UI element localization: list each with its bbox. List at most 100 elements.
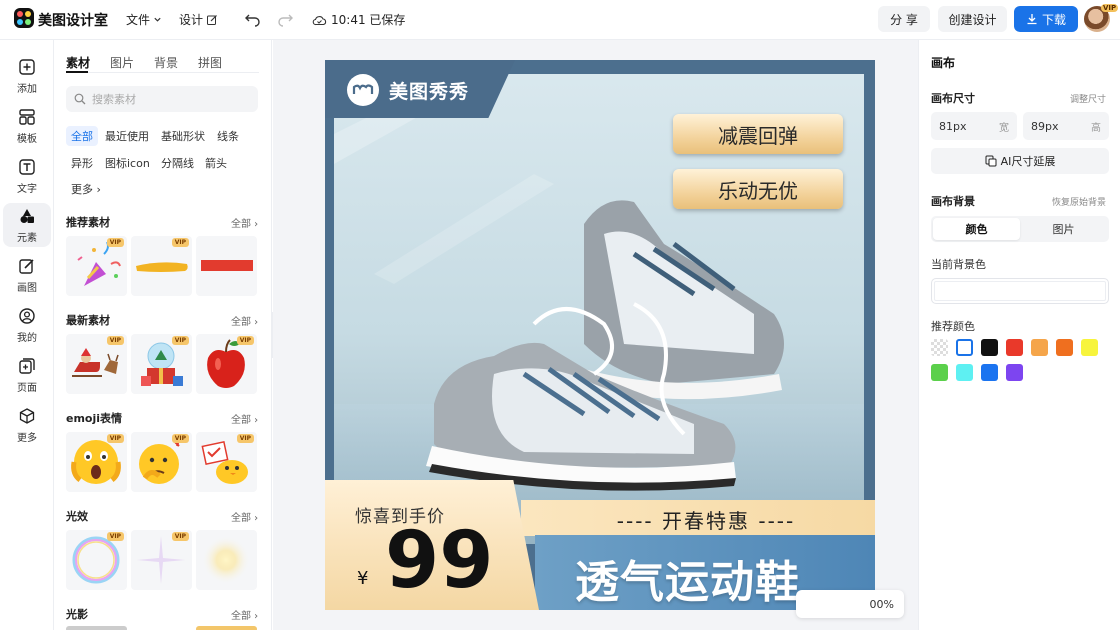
- section-light-shadow-all[interactable]: 全部 ›: [231, 607, 258, 622]
- asset-tile-bubble[interactable]: VIP: [66, 530, 127, 590]
- file-menu[interactable]: 文件: [126, 11, 162, 28]
- canvas-size-label: 画布尺寸: [931, 92, 975, 105]
- asset-tile-partial[interactable]: [66, 626, 127, 630]
- chip-icons[interactable]: 图标icon: [100, 153, 155, 173]
- current-bg-color-field[interactable]: [931, 278, 1109, 304]
- chip-basic-shapes[interactable]: 基础形状: [156, 126, 210, 146]
- app-logo-icon: [14, 8, 34, 28]
- ai-extend-button[interactable]: AI尺寸延展: [931, 148, 1109, 174]
- see-all-label: 全部: [231, 219, 251, 230]
- price-value[interactable]: 99: [385, 522, 494, 600]
- asset-tile-sparkle[interactable]: VIP: [131, 530, 192, 590]
- nav-label: 元素: [17, 232, 37, 244]
- swatch-white[interactable]: [956, 339, 973, 356]
- asset-tile-thinking-emoji[interactable]: VIP: [131, 432, 192, 492]
- bg-type-image[interactable]: 图片: [1020, 218, 1107, 240]
- swatch-orange[interactable]: [1056, 339, 1073, 356]
- chip-all[interactable]: 全部: [66, 126, 98, 146]
- search-icon: [74, 93, 86, 105]
- download-button[interactable]: 下载: [1014, 6, 1078, 32]
- height-value: 89px: [1031, 119, 1059, 133]
- asset-search[interactable]: [66, 86, 258, 112]
- asset-tile-chick-emoji[interactable]: VIP: [196, 432, 257, 492]
- asset-tile-red-bar[interactable]: [196, 236, 257, 296]
- swatch-red[interactable]: [1006, 339, 1023, 356]
- swatch-blue[interactable]: [981, 364, 998, 381]
- vip-badge: VIP: [106, 532, 124, 541]
- ai-expand-icon: [985, 155, 997, 167]
- nav-pages[interactable]: 页面: [3, 353, 51, 397]
- chip-recent[interactable]: 最近使用: [100, 126, 154, 146]
- asset-tile-screaming-emoji[interactable]: VIP: [66, 432, 127, 492]
- create-design-button[interactable]: 创建设计: [938, 6, 1007, 32]
- nav-elements[interactable]: 元素: [3, 203, 51, 247]
- undo-icon[interactable]: [244, 10, 262, 28]
- design-menu[interactable]: 设计: [179, 11, 218, 28]
- brand-name: 美图秀秀: [389, 81, 470, 103]
- user-icon: [19, 307, 35, 324]
- app-title: 美图设计室: [38, 13, 108, 29]
- asset-tile-glow[interactable]: [196, 530, 257, 590]
- asset-tile-yellow-stroke[interactable]: VIP: [131, 236, 192, 296]
- chip-more-label: 更多: [71, 183, 93, 196]
- promo-text[interactable]: ---- 开春特惠 ----: [521, 505, 875, 534]
- vip-badge: VIP: [106, 238, 124, 247]
- nav-mine[interactable]: 我的: [3, 303, 51, 347]
- swatch-black[interactable]: [981, 339, 998, 356]
- asset-tile-partial[interactable]: [196, 626, 257, 630]
- restore-bg-link[interactable]: 恢复原始背景: [1052, 195, 1106, 208]
- height-field[interactable]: 89px 高: [1023, 112, 1109, 140]
- asset-tile-apple[interactable]: VIP: [196, 334, 257, 394]
- section-recommended-all[interactable]: 全部 ›: [231, 215, 258, 230]
- chip-irregular[interactable]: 异形: [66, 153, 98, 173]
- edit-icon: [207, 14, 217, 25]
- swatch-cyan[interactable]: [956, 364, 973, 381]
- nav-label: 我的: [17, 332, 37, 344]
- section-light-shadow-title: 光影: [66, 608, 88, 621]
- bg-type-color[interactable]: 颜色: [933, 218, 1020, 240]
- section-emoji-all[interactable]: 全部 ›: [231, 411, 258, 426]
- asset-tile-sleigh[interactable]: VIP: [66, 334, 127, 394]
- section-latest-all[interactable]: 全部 ›: [231, 313, 258, 328]
- nav-template[interactable]: 模板: [3, 104, 51, 148]
- redo-icon[interactable]: [276, 10, 294, 28]
- cube-icon: [19, 407, 35, 424]
- tab-images[interactable]: 图片: [110, 54, 134, 71]
- feature-pill-1[interactable]: 减震回弹: [673, 114, 843, 154]
- share-button[interactable]: 分 享: [878, 6, 930, 32]
- swatch-yellow[interactable]: [1081, 339, 1098, 356]
- asset-tabs: 素材 图片 背景 拼图: [66, 54, 222, 71]
- asset-tile-snow-globe[interactable]: VIP: [131, 334, 192, 394]
- design-canvas[interactable]: 美图秀秀 减震回弹 乐动无优 ---- 开春特惠 ---- 透气运动鞋 惊喜到手…: [325, 60, 875, 610]
- zoom-control[interactable]: 00%: [796, 590, 904, 618]
- headline-text[interactable]: 透气运动鞋: [575, 546, 800, 610]
- nav-add[interactable]: 添加: [3, 54, 51, 98]
- section-emoji-title: emoji表情: [66, 412, 123, 425]
- swatch-purple[interactable]: [1006, 364, 1023, 381]
- asset-panel: 素材 图片 背景 拼图 全部 最近使用 基础形状 线条 异形 图标icon 分隔…: [54, 40, 272, 630]
- nav-text[interactable]: 文字: [3, 154, 51, 198]
- chip-lines[interactable]: 线条: [212, 126, 244, 146]
- text-icon: [19, 158, 35, 175]
- swatch-transparent[interactable]: [931, 339, 948, 356]
- width-field[interactable]: 81px 宽: [931, 112, 1017, 140]
- nav-draw[interactable]: 画图: [3, 253, 51, 297]
- swatch-light-orange[interactable]: [1031, 339, 1048, 356]
- nav-more[interactable]: 更多: [3, 403, 51, 447]
- chip-more[interactable]: 更多 ›: [66, 179, 106, 199]
- feature-pill-2[interactable]: 乐动无优: [673, 169, 843, 209]
- swatch-green[interactable]: [931, 364, 948, 381]
- asset-tile-party-popper[interactable]: VIP: [66, 236, 127, 296]
- height-unit: 高: [1091, 122, 1101, 134]
- chip-arrows[interactable]: 箭头: [200, 153, 232, 173]
- tab-divider: [66, 71, 259, 73]
- section-light-effect-all[interactable]: 全部 ›: [231, 509, 258, 524]
- tab-collage[interactable]: 拼图: [198, 54, 222, 71]
- tab-backgrounds[interactable]: 背景: [154, 54, 178, 71]
- currency-symbol: ¥: [357, 568, 369, 589]
- search-input[interactable]: [92, 92, 242, 106]
- adjust-size-link[interactable]: 调整尺寸: [1070, 92, 1106, 105]
- tab-materials[interactable]: 素材: [66, 54, 90, 71]
- chevron-right-icon: ›: [93, 182, 101, 196]
- chip-dividers[interactable]: 分隔线: [156, 153, 199, 173]
